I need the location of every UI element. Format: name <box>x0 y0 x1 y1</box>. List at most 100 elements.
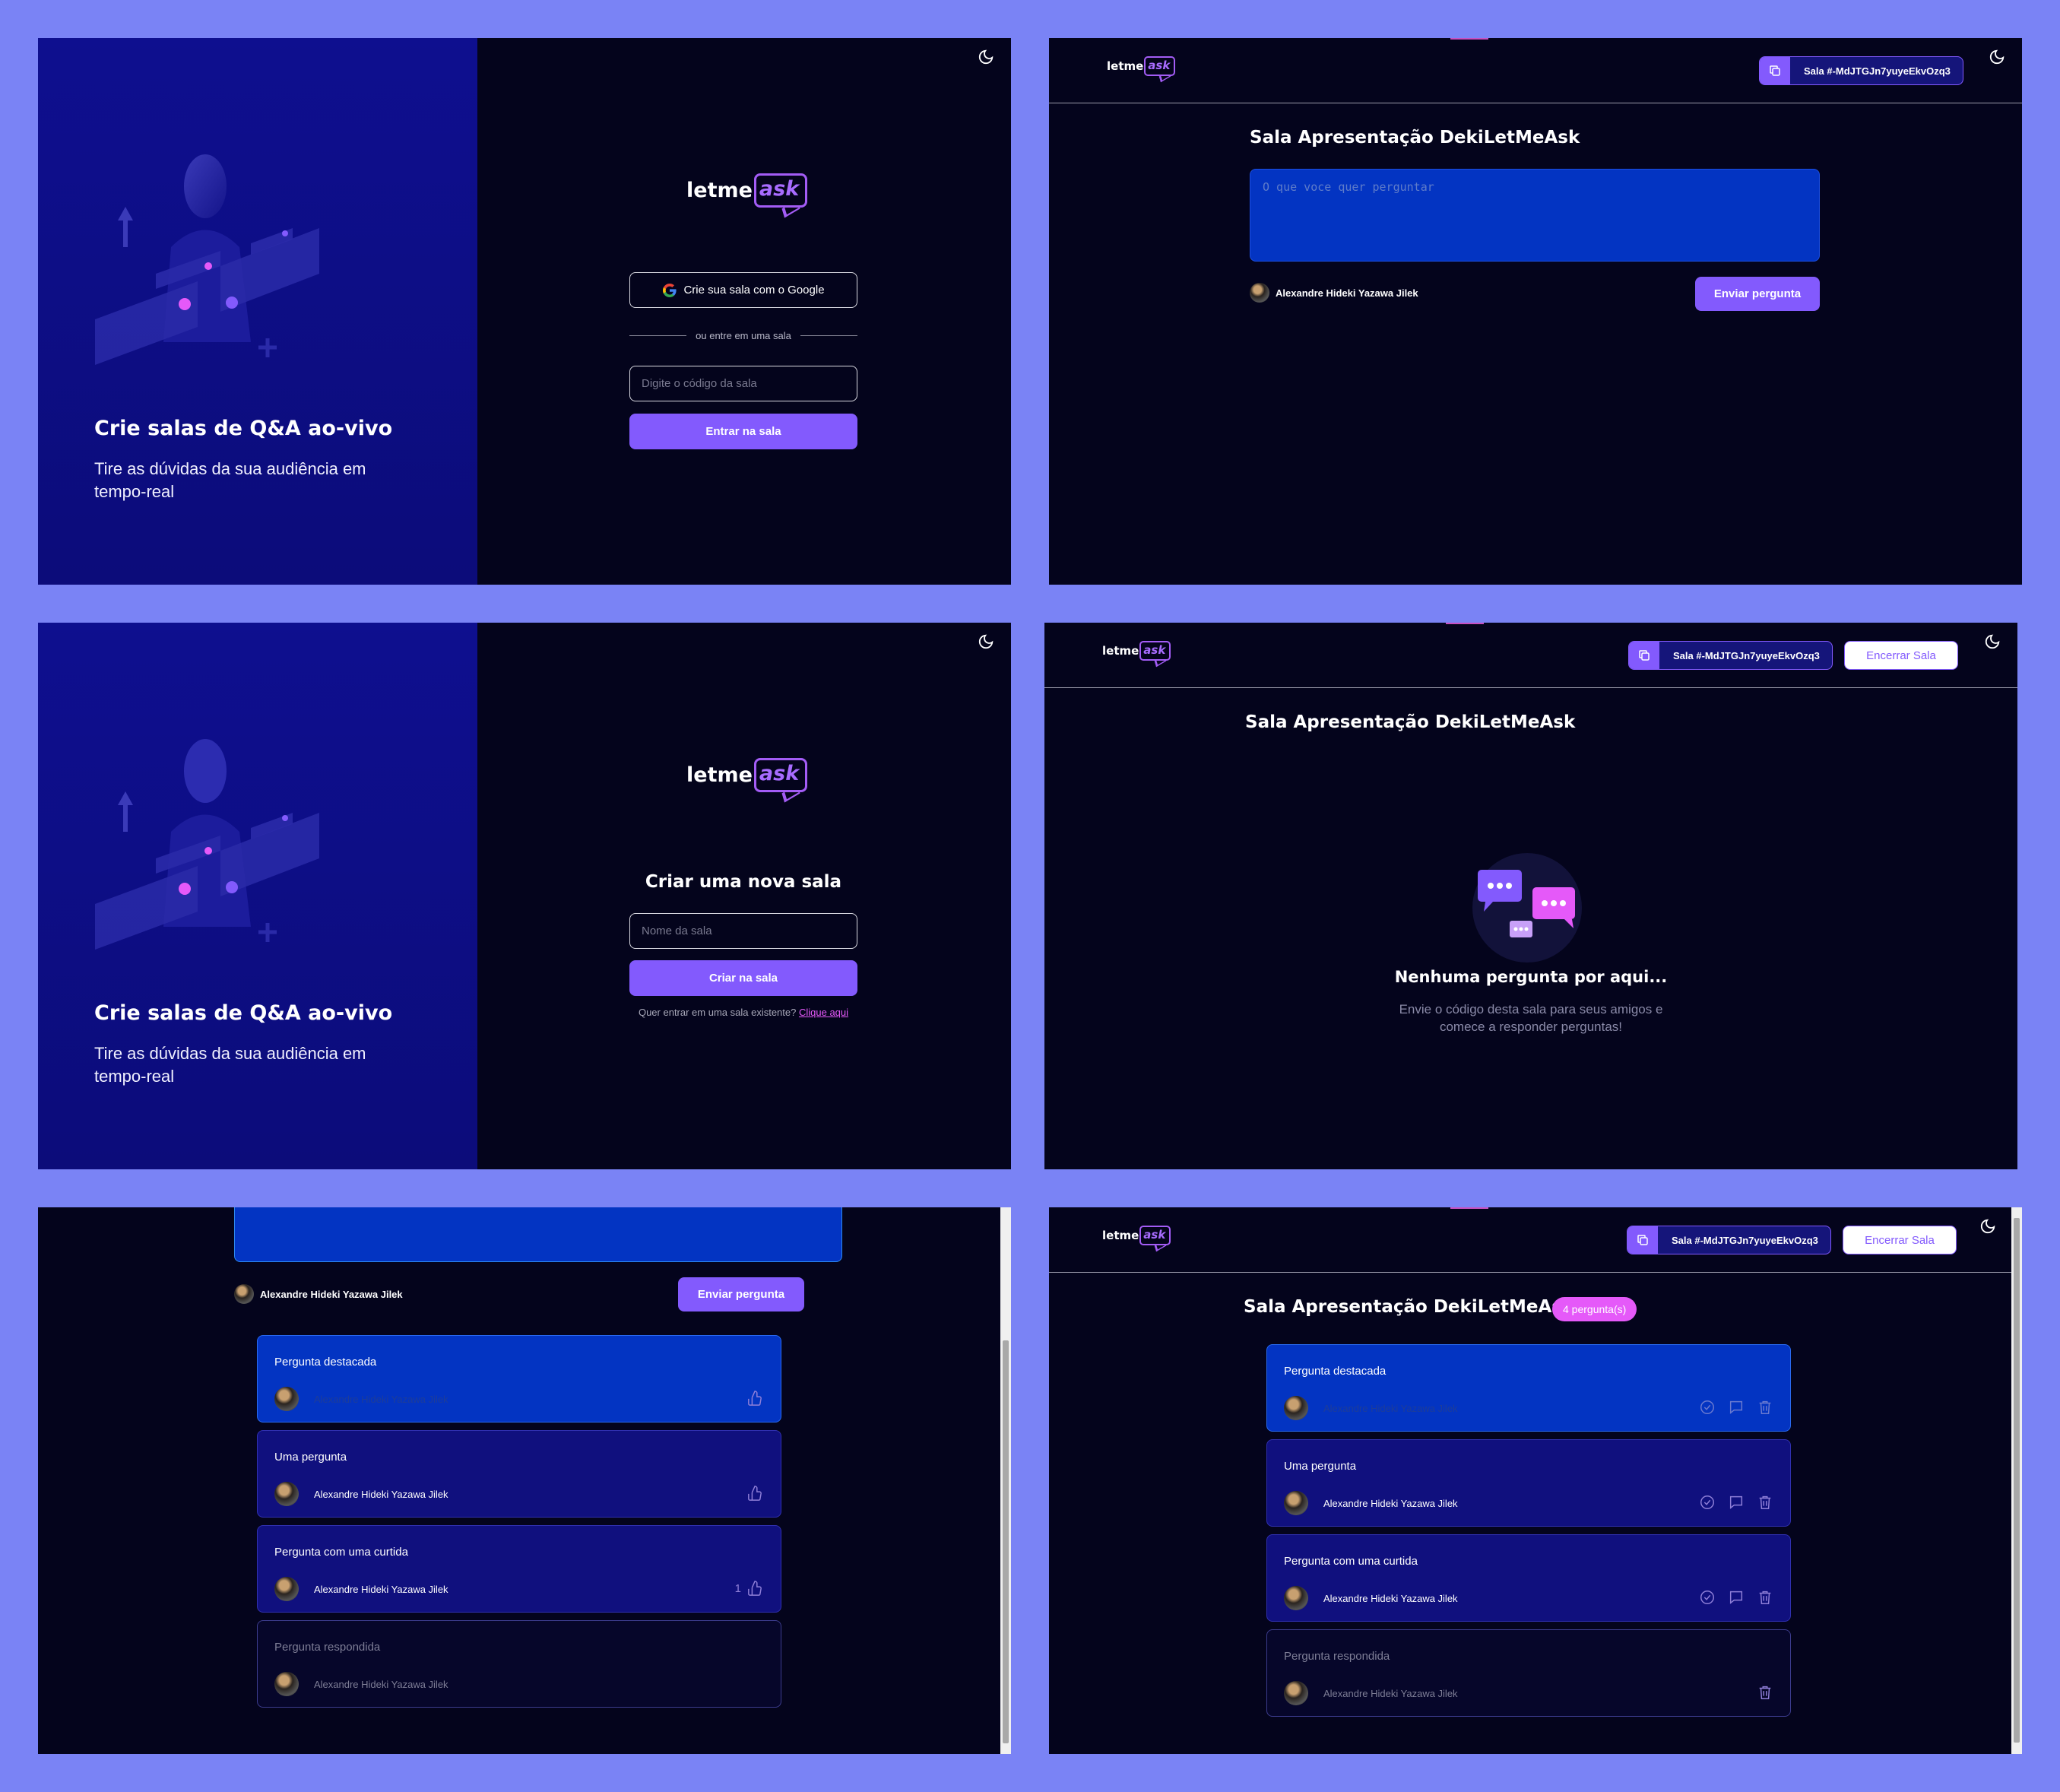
avatar <box>1284 1396 1308 1420</box>
user-name: Alexandre Hideki Yazawa Jilek <box>1276 287 1418 299</box>
question-card: Uma pergunta Alexandre Hideki Yazawa Jil… <box>1266 1439 1791 1527</box>
question-count-badge: 4 pergunta(s) <box>1552 1297 1637 1321</box>
close-room-label: Encerrar Sala <box>1865 1233 1935 1247</box>
logo[interactable]: letme ask <box>1102 641 1171 661</box>
avatar <box>1284 1491 1308 1515</box>
separator: ou entre em uma sala <box>629 330 857 341</box>
question-actions <box>1757 1684 1773 1701</box>
question-author: Alexandre Hideki Yazawa Jilek <box>274 1672 448 1696</box>
room-questions-screen: Alexandre Hideki Yazawa Jilek Enviar per… <box>38 1207 1011 1754</box>
logo-accent: ask <box>1139 641 1171 661</box>
qa-illustration <box>95 154 319 365</box>
check-circle-icon[interactable] <box>1699 1399 1716 1416</box>
scrollbar-thumb[interactable] <box>1003 1340 1009 1743</box>
scrollbar[interactable] <box>2011 1207 2022 1754</box>
scrollbar[interactable] <box>1000 1207 1011 1754</box>
author-name: Alexandre Hideki Yazawa Jilek <box>314 1488 448 1500</box>
logo-text: letme <box>1107 59 1144 73</box>
admin-room-empty-screen: letme ask Sala #-MdJTGJn7yuyeEkvOzq3 Enc… <box>1044 623 2017 1169</box>
trash-icon[interactable] <box>1757 1494 1773 1511</box>
question-author: Alexandre Hideki Yazawa Jilek <box>1284 1491 1458 1515</box>
avatar <box>274 1672 299 1696</box>
new-room-title: Criar uma nova sala <box>645 872 842 892</box>
theme-toggle-button[interactable] <box>978 49 997 68</box>
avatar <box>274 1387 299 1411</box>
thumbs-up-icon[interactable] <box>747 1580 764 1597</box>
send-question-button[interactable]: Enviar pergunta <box>678 1277 804 1311</box>
question-card: Pergunta com uma curtida Alexandre Hidek… <box>1266 1534 1791 1622</box>
logo-accent: ask <box>1139 1226 1171 1245</box>
trash-icon[interactable] <box>1757 1399 1773 1416</box>
room-code-button[interactable]: Sala #-MdJTGJn7yuyeEkvOzq3 <box>1628 641 1833 670</box>
login-screen: Crie salas de Q&A ao-vivo Tire as dúvida… <box>38 38 1011 585</box>
avatar <box>274 1482 299 1506</box>
separator-text: ou entre em uma sala <box>696 330 791 341</box>
copy-icon <box>1637 1235 1648 1245</box>
hero-title: Crie salas de Q&A ao-vivo <box>94 417 393 440</box>
theme-toggle-button[interactable] <box>978 633 997 653</box>
author-name: Alexandre Hideki Yazawa Jilek <box>1323 1402 1458 1414</box>
existing-room-link[interactable]: Clique aqui <box>799 1007 848 1018</box>
chat-bubble-icon[interactable] <box>1728 1589 1745 1606</box>
hero-aside: Crie salas de Q&A ao-vivo Tire as dúvida… <box>38 623 477 1169</box>
trash-icon[interactable] <box>1757 1684 1773 1701</box>
moon-icon <box>1985 634 2000 649</box>
check-circle-icon[interactable] <box>1699 1589 1716 1606</box>
close-room-button[interactable]: Encerrar Sala <box>1843 1226 1957 1254</box>
room-code-button[interactable]: Sala #-MdJTGJn7yuyeEkvOzq3 <box>1627 1226 1831 1254</box>
create-button-label: Criar na sala <box>708 972 778 985</box>
thumbs-up-icon[interactable] <box>747 1390 764 1407</box>
moon-icon <box>1980 1219 1995 1234</box>
logo[interactable]: letme ask <box>1102 1226 1171 1245</box>
header: letme ask Sala #-MdJTGJn7yuyeEkvOzq3 Enc… <box>1049 1207 2022 1273</box>
chat-bubble-icon[interactable] <box>1728 1399 1745 1416</box>
logo[interactable]: letme ask <box>1107 56 1176 76</box>
question-card: Uma pergunta Alexandre Hideki Yazawa Jil… <box>257 1430 781 1518</box>
room-code-input[interactable] <box>629 366 857 401</box>
author-name: Alexandre Hideki Yazawa Jilek <box>314 1678 448 1690</box>
empty-state-title: Nenhuma pergunta por aqui... <box>1394 968 1668 986</box>
user-info: Alexandre Hideki Yazawa Jilek <box>234 1284 403 1304</box>
hero-subtitle: Tire as dúvidas da sua audiência em temp… <box>94 459 366 501</box>
google-login-button[interactable]: Crie sua sala com o Google <box>629 272 857 308</box>
author-name: Alexandre Hideki Yazawa Jilek <box>1323 1687 1458 1699</box>
question-textarea[interactable] <box>234 1207 842 1262</box>
close-room-button[interactable]: Encerrar Sala <box>1844 641 1958 670</box>
like-count: 1 <box>734 1581 741 1595</box>
theme-toggle-button[interactable] <box>1979 1218 1999 1238</box>
new-room-screen: Crie salas de Q&A ao-vivo Tire as dúvida… <box>38 623 1011 1169</box>
create-room-button[interactable]: Criar na sala <box>629 960 857 996</box>
question-text: Pergunta destacada <box>274 1356 377 1369</box>
join-room-button[interactable]: Entrar na sala <box>629 414 857 449</box>
author-name: Alexandre Hideki Yazawa Jilek <box>1323 1497 1458 1509</box>
question-card: Pergunta respondida Alexandre Hideki Yaz… <box>1266 1629 1791 1717</box>
logo-text: letme <box>1102 1229 1139 1242</box>
theme-toggle-button[interactable] <box>1989 49 2008 68</box>
thumbs-up-icon[interactable] <box>747 1485 764 1502</box>
send-question-button[interactable]: Enviar pergunta <box>1695 277 1820 311</box>
header: letme ask Sala #-MdJTGJn7yuyeEkvOzq3 Enc… <box>1044 623 2017 688</box>
qa-illustration <box>95 739 319 950</box>
question-actions <box>747 1390 764 1407</box>
room-title: Sala Apresentação DekiLetMeAsk <box>1245 712 1576 732</box>
question-card: Pergunta respondida Alexandre Hideki Yaz… <box>257 1620 781 1708</box>
copy-icon-wrap <box>1627 1226 1658 1254</box>
trash-icon[interactable] <box>1757 1589 1773 1606</box>
user-name: Alexandre Hideki Yazawa Jilek <box>260 1288 403 1300</box>
question-text: Uma pergunta <box>1284 1460 1357 1473</box>
room-name-input[interactable] <box>629 913 857 949</box>
question-textarea[interactable] <box>1250 169 1820 262</box>
existing-room-text: Quer entrar em uma sala existente? <box>638 1007 797 1018</box>
theme-toggle-button[interactable] <box>1984 633 2004 653</box>
question-author: Alexandre Hideki Yazawa Jilek <box>274 1482 448 1506</box>
avatar <box>234 1284 254 1304</box>
moon-icon <box>1989 49 2005 65</box>
copy-icon-wrap <box>1629 642 1659 669</box>
check-circle-icon[interactable] <box>1699 1494 1716 1511</box>
copy-icon <box>1770 65 1780 76</box>
room-code-button[interactable]: Sala #-MdJTGJn7yuyeEkvOzq3 <box>1759 56 1963 85</box>
copy-icon <box>1639 650 1650 661</box>
chat-bubble-icon[interactable] <box>1728 1494 1745 1511</box>
google-button-label: Crie sua sala com o Google <box>683 284 825 297</box>
scrollbar-thumb[interactable] <box>2014 1218 2020 1743</box>
